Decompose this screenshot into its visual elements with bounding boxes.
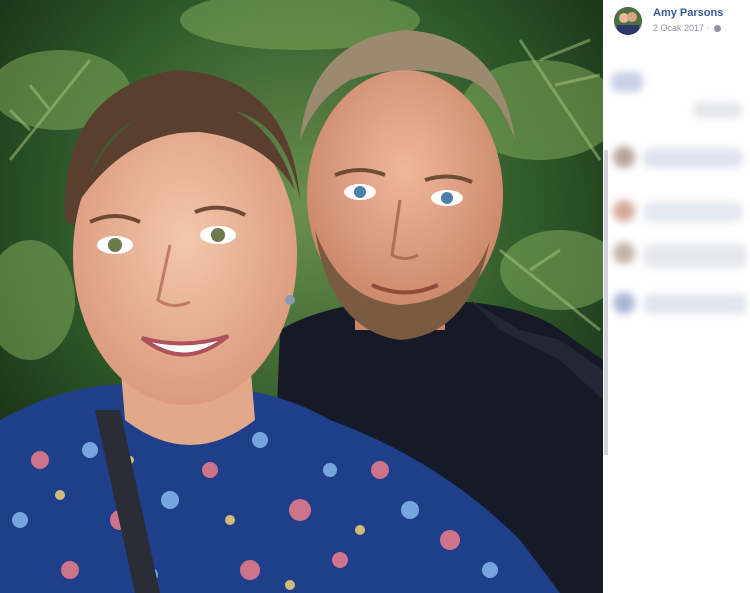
globe-icon	[714, 25, 722, 33]
blurred-comment	[643, 202, 743, 222]
post-photo[interactable]	[0, 0, 603, 593]
selfie-image	[0, 0, 603, 593]
post-date[interactable]: 2 Ocak 2017	[653, 23, 704, 33]
blurred-avatar	[613, 146, 635, 168]
blurred-reaction	[611, 72, 643, 92]
post-meta: 2 Ocak 2017 ·	[653, 23, 722, 33]
post-header: Amy Parsons 2 Ocak 2017 ·	[611, 5, 750, 35]
blurred-comments	[603, 62, 750, 455]
blurred-scrollbar	[604, 150, 608, 455]
post-sidebar: Amy Parsons 2 Ocak 2017 ·	[603, 0, 750, 593]
blurred-avatar	[613, 292, 635, 314]
meta-separator: ·	[706, 23, 710, 33]
author-name-link[interactable]: Amy Parsons	[653, 7, 723, 19]
avatar[interactable]	[614, 7, 642, 35]
blurred-avatar	[613, 200, 635, 222]
blurred-comment	[643, 244, 747, 268]
blurred-avatar	[613, 242, 635, 264]
blurred-comment	[643, 148, 743, 168]
blurred-comment	[643, 294, 747, 314]
blurred-count	[693, 102, 743, 118]
